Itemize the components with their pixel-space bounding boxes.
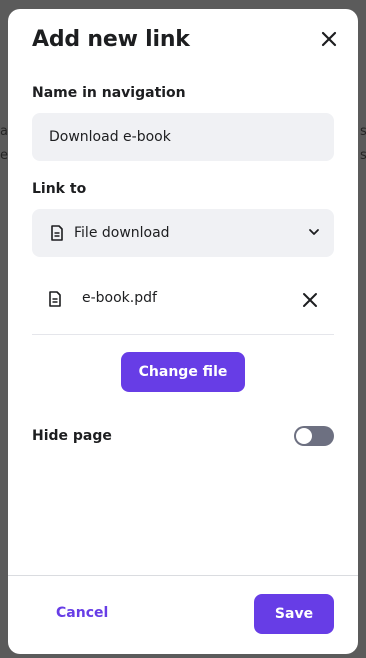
dialog-footer: Cancel Save xyxy=(8,575,358,654)
background-text-fragment: e xyxy=(0,148,8,163)
name-in-navigation-label: Name in navigation xyxy=(32,85,186,101)
change-file-button[interactable]: Change file xyxy=(121,352,245,392)
cancel-button[interactable]: Cancel xyxy=(56,605,108,621)
name-in-navigation-value: Download e-book xyxy=(49,129,171,145)
close-button[interactable] xyxy=(318,28,340,50)
toggle-knob xyxy=(296,428,312,444)
chevron-down-icon xyxy=(308,226,320,238)
name-in-navigation-input[interactable]: Download e-book xyxy=(32,113,334,161)
file-name: e-book.pdf xyxy=(82,290,157,306)
close-icon xyxy=(303,293,317,307)
document-icon xyxy=(50,225,64,241)
hide-page-toggle[interactable] xyxy=(294,426,334,446)
remove-file-button[interactable] xyxy=(302,292,318,308)
document-icon xyxy=(48,291,62,307)
background-text-fragment: s xyxy=(360,124,366,139)
dialog-title: Add new link xyxy=(32,27,190,52)
background-text-fragment: s xyxy=(360,148,366,163)
attached-file-row: e-book.pdf xyxy=(32,279,334,335)
link-to-select[interactable]: File download xyxy=(32,209,334,257)
link-to-label: Link to xyxy=(32,181,87,197)
link-to-selected-value: File download xyxy=(74,225,170,241)
save-button[interactable]: Save xyxy=(254,594,334,634)
close-icon xyxy=(321,31,337,47)
hide-page-label: Hide page xyxy=(32,428,112,444)
add-link-dialog: Add new link Name in navigation Download… xyxy=(8,9,358,654)
background-text-fragment: a xyxy=(0,124,8,139)
